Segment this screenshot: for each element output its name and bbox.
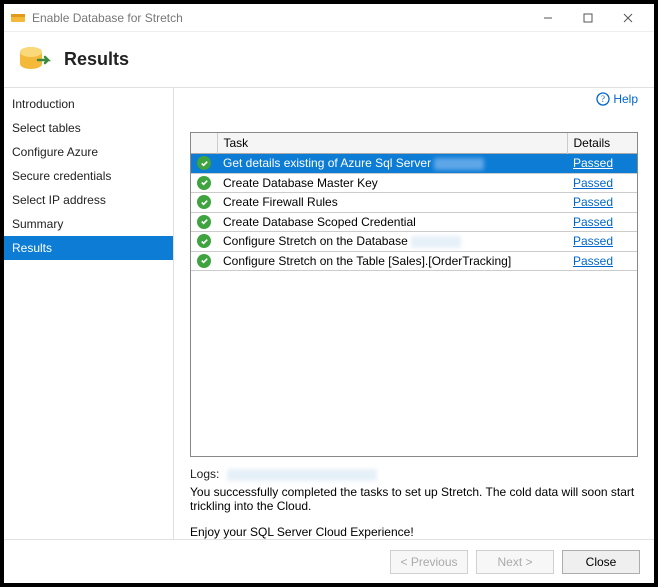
- status-cell: [191, 232, 217, 252]
- sidebar-item-select-ip[interactable]: Select IP address: [4, 188, 173, 212]
- app-icon: [10, 10, 26, 26]
- logs-line: Logs:: [190, 467, 638, 481]
- detail-link[interactable]: Passed: [573, 195, 613, 209]
- detail-cell: Passed: [567, 212, 637, 232]
- main-panel: ? Help Task Details Get details existing…: [174, 88, 654, 539]
- sidebar: Introduction Select tables Configure Azu…: [4, 88, 174, 539]
- success-message-1: You successfully completed the tasks to …: [190, 485, 638, 513]
- check-icon: [197, 254, 211, 268]
- help-label: Help: [613, 92, 638, 106]
- status-cell: [191, 193, 217, 213]
- detail-link[interactable]: Passed: [573, 176, 613, 190]
- logs-path-redacted: [227, 469, 377, 481]
- check-icon: [197, 156, 211, 170]
- detail-cell: Passed: [567, 193, 637, 213]
- status-cell: [191, 251, 217, 271]
- detail-cell: Passed: [567, 154, 637, 174]
- task-cell: Create Firewall Rules: [217, 193, 567, 213]
- previous-button: < Previous: [390, 550, 468, 574]
- table-row[interactable]: Create Firewall Rules Passed: [191, 193, 637, 213]
- close-window-button[interactable]: [608, 4, 648, 31]
- table-row[interactable]: Create Database Scoped Credential Passed: [191, 212, 637, 232]
- detail-cell: Passed: [567, 251, 637, 271]
- svg-text:?: ?: [601, 94, 605, 104]
- table-row[interactable]: Create Database Master Key Passed: [191, 173, 637, 193]
- check-icon: [197, 195, 211, 209]
- body: Introduction Select tables Configure Azu…: [4, 88, 654, 539]
- next-button: Next >: [476, 550, 554, 574]
- table-row[interactable]: Configure Stretch on the Table [Sales].[…: [191, 251, 637, 271]
- results-icon: [16, 42, 52, 78]
- task-cell: Create Database Scoped Credential: [217, 212, 567, 232]
- help-link[interactable]: ? Help: [596, 92, 638, 106]
- close-button[interactable]: Close: [562, 550, 640, 574]
- detail-link[interactable]: Passed: [573, 254, 613, 268]
- sidebar-item-results[interactable]: Results: [4, 236, 173, 260]
- check-icon: [197, 215, 211, 229]
- results-table: Task Details Get details existing of Azu…: [190, 132, 638, 457]
- sidebar-item-configure-azure[interactable]: Configure Azure: [4, 140, 173, 164]
- status-cell: [191, 173, 217, 193]
- table-row[interactable]: Configure Stretch on the Database Passed: [191, 232, 637, 252]
- titlebar: Enable Database for Stretch: [4, 4, 654, 32]
- task-cell: Configure Stretch on the Database: [217, 232, 567, 252]
- detail-cell: Passed: [567, 173, 637, 193]
- sidebar-item-select-tables[interactable]: Select tables: [4, 116, 173, 140]
- detail-link[interactable]: Passed: [573, 215, 613, 229]
- sidebar-item-summary[interactable]: Summary: [4, 212, 173, 236]
- dialog-window: Enable Database for Stretch Results Intr…: [4, 4, 654, 583]
- detail-link[interactable]: Passed: [573, 234, 613, 248]
- minimize-button[interactable]: [528, 4, 568, 31]
- detail-link[interactable]: Passed: [573, 156, 613, 170]
- check-icon: [197, 176, 211, 190]
- sidebar-item-secure-credentials[interactable]: Secure credentials: [4, 164, 173, 188]
- status-cell: [191, 212, 217, 232]
- check-icon: [197, 234, 211, 248]
- task-cell: Configure Stretch on the Table [Sales].[…: [217, 251, 567, 271]
- window-title: Enable Database for Stretch: [32, 11, 528, 25]
- task-cell: Get details existing of Azure Sql Server: [217, 154, 567, 174]
- page-header: Results: [4, 32, 654, 88]
- success-message-2: Enjoy your SQL Server Cloud Experience!: [190, 525, 638, 539]
- col-details: Details: [567, 133, 637, 154]
- sidebar-item-introduction[interactable]: Introduction: [4, 92, 173, 116]
- task-cell: Create Database Master Key: [217, 173, 567, 193]
- col-task: Task: [217, 133, 567, 154]
- logs-label: Logs:: [190, 467, 219, 481]
- detail-cell: Passed: [567, 232, 637, 252]
- page-title: Results: [64, 49, 129, 70]
- maximize-button[interactable]: [568, 4, 608, 31]
- status-cell: [191, 154, 217, 174]
- footer: < Previous Next > Close: [4, 539, 654, 583]
- redacted-text: [434, 158, 484, 170]
- col-icon: [191, 133, 217, 154]
- redacted-text: [411, 236, 461, 248]
- table-row[interactable]: Get details existing of Azure Sql Server…: [191, 154, 637, 174]
